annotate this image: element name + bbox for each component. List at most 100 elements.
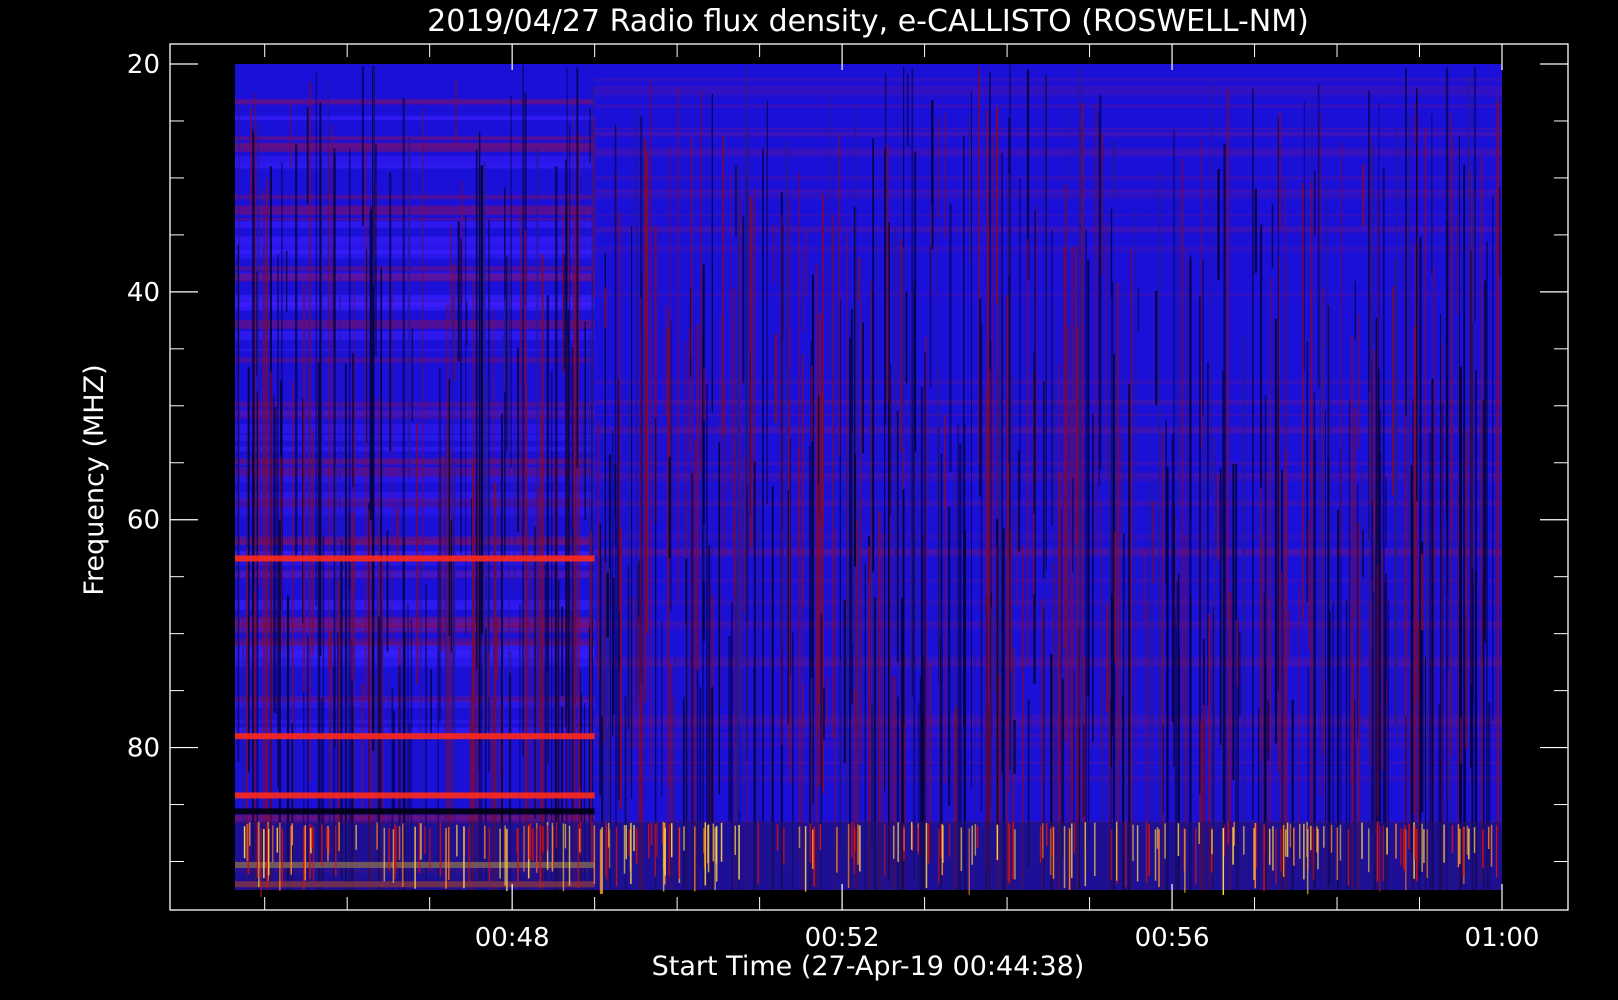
heatmap-streak bbox=[337, 632, 339, 792]
heatmap-streak bbox=[1106, 604, 1109, 713]
heatmap-streak bbox=[661, 621, 663, 797]
heatmap-streak bbox=[644, 332, 646, 802]
noise-streak bbox=[312, 827, 315, 883]
heatmap-streak bbox=[668, 456, 671, 558]
heatmap-streak bbox=[1468, 149, 1471, 466]
noise-streak bbox=[1012, 822, 1015, 880]
heatmap-streak bbox=[438, 408, 440, 653]
noise-streak bbox=[267, 828, 270, 876]
heatmap-streak bbox=[478, 131, 481, 742]
noise-streak bbox=[1367, 828, 1370, 873]
noise-streak bbox=[811, 829, 814, 869]
heatmap-streak bbox=[1371, 580, 1373, 651]
noise-streak bbox=[625, 825, 627, 860]
noise-streak bbox=[1255, 822, 1258, 869]
heatmap-streak bbox=[1007, 173, 1010, 275]
heatmap-streak bbox=[743, 454, 746, 612]
noise-streak bbox=[1243, 826, 1245, 855]
heatmap-streak bbox=[718, 441, 721, 795]
heatmap-streak bbox=[650, 78, 652, 774]
noise-streak bbox=[974, 824, 977, 856]
noise-streak bbox=[304, 825, 307, 881]
heatmap-streak bbox=[1497, 199, 1500, 414]
heatmap-streak bbox=[331, 124, 333, 534]
noise-streak bbox=[664, 828, 666, 876]
noise-streak bbox=[1227, 821, 1230, 845]
heatmap-band bbox=[594, 548, 1502, 557]
noise-streak bbox=[429, 827, 431, 870]
heatmap-streak bbox=[754, 188, 756, 505]
heatmap-streak bbox=[1223, 143, 1226, 836]
heatmap-streak bbox=[411, 328, 413, 422]
heatmap-streak bbox=[1236, 620, 1239, 687]
noise-streak bbox=[1312, 828, 1315, 881]
emission-band bbox=[235, 555, 595, 562]
heatmap-streak bbox=[573, 96, 575, 530]
heatmap-streak bbox=[311, 429, 314, 655]
heatmap-streak bbox=[618, 212, 621, 614]
heatmap-streak bbox=[256, 391, 259, 890]
heatmap-streak bbox=[826, 677, 829, 725]
noise-streak bbox=[1495, 825, 1498, 878]
noise-streak bbox=[648, 823, 650, 859]
noise-streak bbox=[1293, 827, 1295, 866]
noise-streak bbox=[439, 822, 442, 877]
noise-streak bbox=[488, 827, 491, 882]
heatmap-streak bbox=[1480, 156, 1483, 885]
heatmap-streak bbox=[606, 572, 609, 638]
heatmap-streak bbox=[466, 302, 468, 346]
noise-streak bbox=[1042, 823, 1044, 859]
noise-streak bbox=[506, 828, 508, 892]
heatmap-streak bbox=[781, 526, 784, 645]
heatmap-band bbox=[235, 236, 595, 245]
heatmap-streak bbox=[1026, 238, 1029, 667]
heatmap-band bbox=[594, 624, 1502, 630]
noise-streak bbox=[1063, 826, 1066, 889]
noise-streak bbox=[463, 826, 465, 889]
heatmap-streak bbox=[1232, 463, 1235, 780]
x-axis-label: Start Time (27-Apr-19 00:44:38) bbox=[652, 951, 1085, 982]
heatmap-streak bbox=[262, 190, 265, 497]
noise-streak bbox=[1275, 828, 1277, 885]
heatmap-band bbox=[235, 273, 595, 282]
heatmap-streak bbox=[1322, 287, 1324, 755]
heatmap-streak bbox=[632, 596, 635, 749]
noise-streak bbox=[338, 822, 340, 852]
heatmap-band bbox=[594, 500, 1502, 506]
noise-streak bbox=[1426, 829, 1428, 879]
heatmap-streak bbox=[469, 669, 471, 737]
noise-streak bbox=[1339, 824, 1342, 861]
heatmap-streak bbox=[1440, 313, 1442, 890]
heatmap-streak bbox=[562, 212, 564, 374]
noise-streak bbox=[1443, 824, 1445, 863]
heatmap-streak bbox=[540, 416, 543, 890]
noise-streak bbox=[897, 822, 899, 862]
heatmap-streak bbox=[734, 165, 737, 237]
noise-streak bbox=[447, 826, 450, 881]
heatmap-streak bbox=[302, 282, 305, 693]
noise-streak bbox=[1282, 824, 1285, 877]
noise-streak bbox=[635, 827, 638, 864]
noise-streak bbox=[654, 823, 657, 877]
heatmap-streak bbox=[1421, 553, 1424, 631]
x-tick-label: 00:52 bbox=[805, 923, 880, 953]
noise-streak bbox=[1254, 822, 1256, 889]
noise-streak bbox=[535, 828, 538, 868]
heatmap-streak bbox=[1067, 325, 1069, 891]
heatmap-streak bbox=[1408, 115, 1411, 550]
heatmap-streak bbox=[1357, 483, 1359, 738]
noise-streak bbox=[1049, 828, 1052, 875]
noise-streak bbox=[813, 826, 815, 887]
heatmap-streak bbox=[1148, 370, 1150, 748]
x-tick-label: 00:56 bbox=[1135, 923, 1210, 953]
heatmap-streak bbox=[706, 384, 708, 890]
heatmap-band bbox=[235, 301, 595, 311]
heatmap-streak bbox=[944, 112, 946, 239]
heatmap-streak bbox=[1416, 88, 1418, 502]
noise-streak bbox=[605, 822, 607, 875]
heatmap-band bbox=[235, 194, 595, 200]
noise-streak bbox=[1268, 828, 1271, 865]
heatmap-streak bbox=[817, 482, 819, 705]
heatmap-streak bbox=[582, 400, 584, 494]
heatmap-streak bbox=[265, 713, 267, 816]
